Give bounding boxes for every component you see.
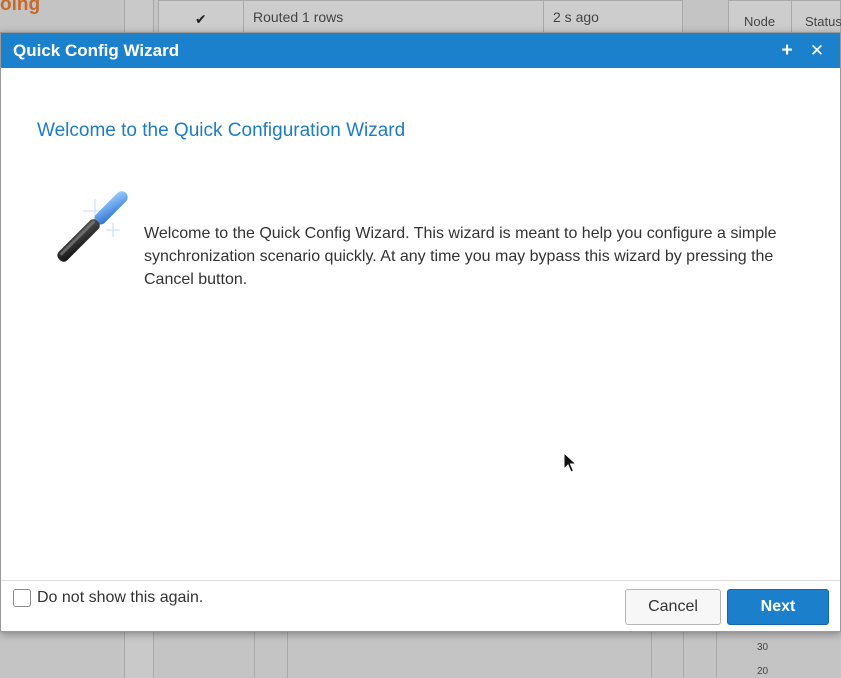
background-node-table: Node Status [728,0,841,35]
dialog-titlebar[interactable]: Quick Config Wizard + ✕ [1,33,840,68]
do-not-show-again-option[interactable]: Do not show this again. [13,589,203,607]
axis-label: 20 [757,666,769,677]
do-not-show-again-checkbox[interactable] [13,589,31,607]
dialog-footer: Do not show this again. Cancel Next [1,580,840,631]
background-row-time: 2 s ago [553,9,599,25]
background-status-table: ✔ Routed 1 rows 2 s ago [158,0,683,35]
background-row-message: Routed 1 rows [253,9,344,25]
wizard-heading: Welcome to the Quick Configuration Wizar… [37,120,406,141]
dialog-content: Welcome to the Quick Configuration Wizar… [1,68,840,580]
background-panel-bottom [254,632,684,678]
do-not-show-again-label: Do not show this again. [37,589,204,606]
magic-wand-icon [57,191,128,262]
background-section-title: oing [0,0,41,15]
checkmark-icon: ✔ [195,11,207,27]
next-button[interactable]: Next [727,589,829,625]
wizard-description: Welcome to the Quick Config Wizard. This… [144,225,777,288]
background-chart-axis: 30 20 [716,632,841,678]
background-header-node: Node [744,14,776,29]
mouse-cursor-icon [563,452,577,473]
axis-label: 30 [757,642,769,653]
quick-config-wizard-dialog: Quick Config Wizard + ✕ Welcome to the Q… [0,32,841,632]
background-header-status: Status [805,14,841,29]
plus-icon[interactable]: + [776,41,798,60]
dialog-title: Quick Config Wizard [13,40,180,60]
close-icon[interactable]: ✕ [806,42,828,59]
cancel-button[interactable]: Cancel [625,589,721,625]
